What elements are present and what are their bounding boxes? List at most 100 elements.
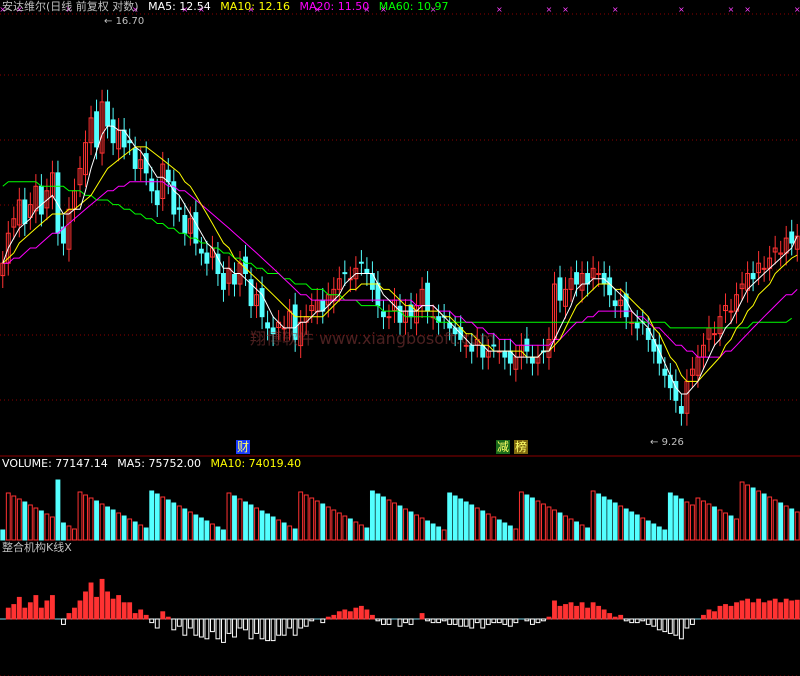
volume-bar	[535, 500, 541, 541]
volume-bar	[728, 515, 734, 541]
volume-bar	[331, 509, 337, 541]
volume-bar	[596, 493, 602, 541]
volume-bar	[138, 524, 144, 541]
volume-bar	[441, 529, 447, 541]
indicator-bar	[419, 613, 425, 620]
volume-bar	[403, 508, 408, 541]
event-marker-cai[interactable]: 财	[236, 440, 251, 454]
volume-bar	[33, 507, 39, 541]
volume-bar	[447, 492, 453, 541]
volume-bar	[353, 521, 359, 541]
volume-bar	[88, 497, 94, 541]
indicator-bar	[563, 604, 568, 620]
volume-bar	[49, 516, 55, 541]
indicator-bar	[607, 613, 613, 620]
chart-title: 安达维尔(日线 前复权 对数)	[2, 0, 139, 13]
indicator-bar	[243, 618, 248, 631]
volume-bar	[160, 496, 166, 541]
volume-bar	[485, 513, 491, 541]
indicator-bar	[789, 600, 795, 620]
volume-bar	[381, 496, 386, 541]
indicator-bar	[375, 618, 381, 622]
volume-bar	[717, 509, 723, 541]
volume-bar	[149, 490, 155, 541]
indicator-bar	[684, 618, 690, 629]
signal-marker: ×	[744, 5, 751, 14]
candle-body	[105, 101, 111, 127]
indicator-bar	[358, 605, 364, 620]
candle-body	[182, 214, 188, 234]
event-marker-bang[interactable]: 榜	[514, 440, 529, 454]
volume-bar	[723, 512, 728, 541]
candle-body	[94, 111, 99, 148]
volume-bar	[243, 501, 248, 541]
indicator-bar	[496, 618, 502, 624]
volume-bar	[369, 490, 375, 541]
indicator-bar	[16, 596, 22, 620]
signal-marker: ×	[728, 5, 735, 14]
volume-bar	[541, 503, 546, 541]
indicator-bar	[739, 600, 745, 620]
volume-bar	[518, 491, 524, 541]
candle-body	[596, 273, 602, 276]
indicator-bar	[507, 618, 513, 627]
volume-bar	[248, 504, 254, 541]
volume-bar	[209, 523, 215, 541]
candle-body	[221, 273, 226, 290]
indicator-bar	[182, 618, 188, 636]
volume-bar	[55, 479, 61, 541]
volume-bar	[259, 510, 265, 541]
volume-bar	[568, 518, 574, 541]
volume-bar	[61, 522, 66, 541]
volume-bar	[706, 503, 712, 541]
low-value: 9.26	[661, 437, 684, 448]
event-marker-jian[interactable]: 减	[496, 440, 511, 454]
candle-body	[397, 305, 403, 323]
indicator-bar	[5, 607, 11, 620]
volume-bar	[761, 493, 767, 541]
indicator-bar	[425, 618, 431, 622]
volume-bar	[94, 500, 99, 541]
indicator-bar	[237, 618, 243, 629]
candle-body	[132, 148, 138, 169]
volume-bar	[640, 517, 646, 541]
indicator-bar	[640, 618, 646, 622]
indicator-bar	[309, 618, 315, 622]
volume-bar	[756, 490, 762, 541]
indicator-bar	[403, 618, 408, 624]
candle-body	[38, 185, 44, 215]
volume-bar	[496, 519, 502, 541]
volume-bar	[232, 495, 237, 541]
volume-bar	[176, 505, 182, 541]
indicator-bar	[568, 602, 574, 620]
indicator-bar	[49, 595, 55, 620]
indicator-bar	[502, 618, 508, 625]
volume-bar	[436, 526, 442, 541]
volume-bar	[309, 497, 315, 541]
volume-bar	[281, 522, 287, 541]
signal-marker: ×	[546, 5, 553, 14]
indicator-bar	[447, 618, 453, 625]
indicator-bar	[778, 602, 784, 620]
signal-marker: ×	[612, 5, 619, 14]
candle-body	[750, 273, 756, 280]
candle-body	[358, 261, 364, 264]
volume-bar	[629, 511, 635, 541]
volume-bar	[38, 510, 44, 541]
volume-bar	[557, 512, 563, 541]
indicator-bar	[292, 618, 298, 636]
volume-bar	[193, 514, 199, 541]
indicator-bar	[33, 595, 39, 620]
indicator-bar	[27, 602, 33, 620]
price-header: 安达维尔(日线 前复权 对数) MA5: 12.54 MA10: 12.16 M…	[2, 0, 454, 13]
indicator-bar	[579, 602, 585, 620]
volume-bar	[265, 513, 271, 541]
indicator-bar	[397, 618, 403, 627]
indicator-bar	[651, 618, 657, 627]
indicator-bar	[673, 618, 679, 636]
indicator-bar	[160, 611, 166, 620]
indicator-bar	[723, 604, 728, 620]
indicator-bar	[557, 605, 563, 620]
indicator-bar	[121, 602, 127, 620]
indicator-bar	[656, 618, 662, 631]
